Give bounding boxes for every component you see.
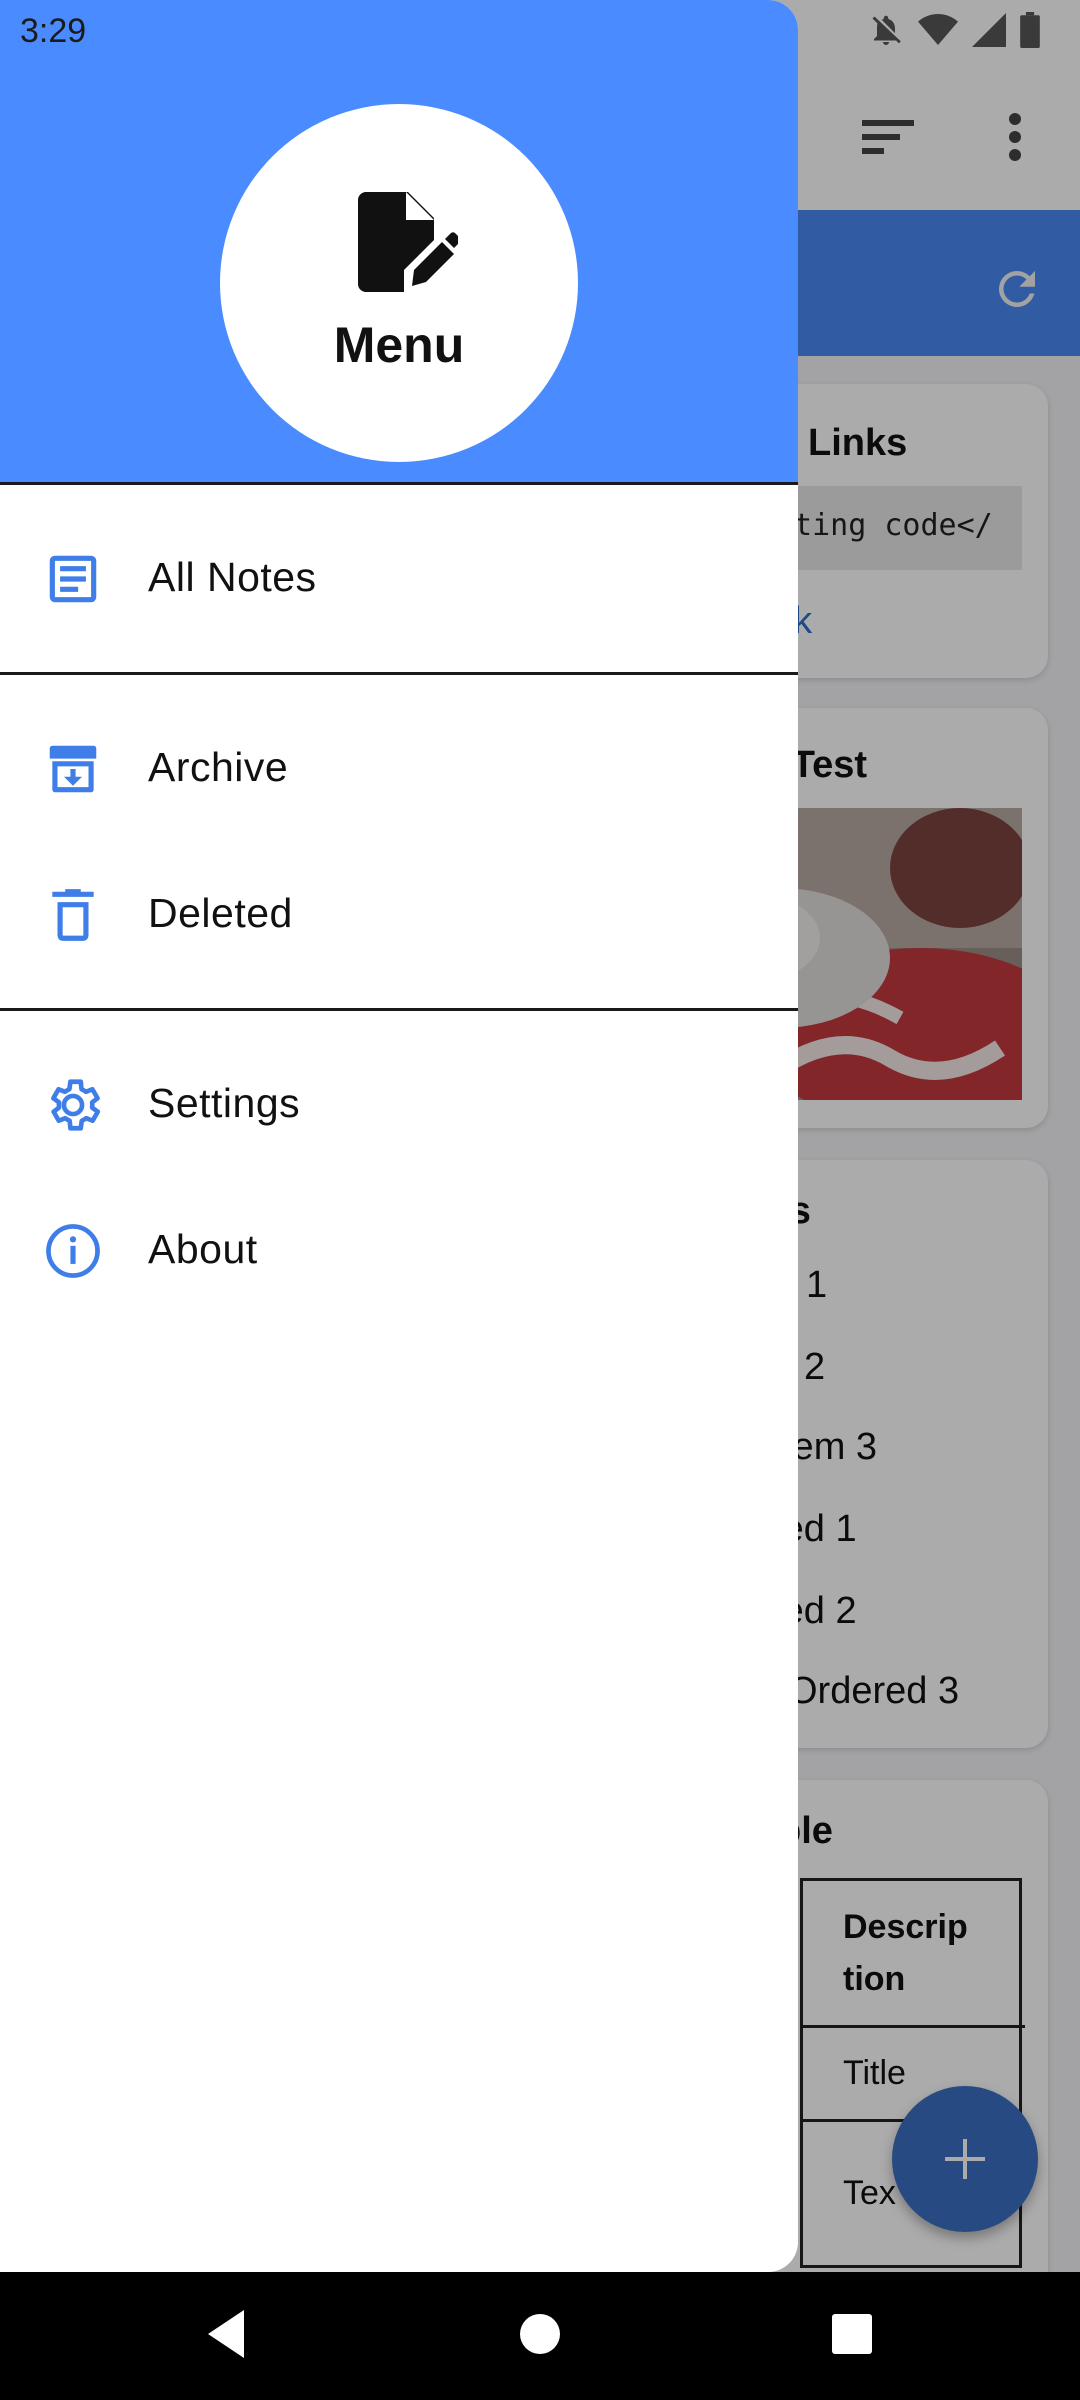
nav-item-archive[interactable]: Archive — [0, 698, 798, 838]
nav-item-label: Settings — [148, 1080, 301, 1126]
header-divider — [0, 482, 798, 485]
recents-icon[interactable] — [830, 2306, 874, 2362]
section-divider — [0, 672, 798, 675]
edit-document-icon — [358, 192, 458, 292]
notifications-off-icon — [872, 15, 901, 45]
wifi-icon — [918, 14, 958, 45]
cell-signal-icon — [972, 13, 1006, 47]
nav-item-label: All Notes — [148, 554, 317, 600]
navigation-drawer: 3:29 Menu All Notes Archive Deleted Sett… — [0, 0, 798, 2272]
trash-icon — [52, 889, 94, 941]
nav-item-all-notes[interactable]: All Notes — [0, 508, 798, 648]
status-icons — [868, 12, 1040, 48]
nav-item-deleted[interactable]: Deleted — [0, 844, 798, 984]
nav-item-about[interactable]: About — [0, 1180, 798, 1320]
info-icon — [46, 1224, 100, 1278]
back-icon[interactable] — [204, 2306, 248, 2362]
nav-item-label: About — [148, 1226, 258, 1272]
status-time: 3:29 — [20, 12, 87, 50]
home-icon[interactable] — [518, 2306, 562, 2362]
nav-item-settings[interactable]: Settings — [0, 1034, 798, 1174]
section-divider — [0, 1008, 798, 1011]
archive-icon — [49, 745, 97, 793]
drawer-title: Menu — [333, 317, 465, 373]
battery-icon — [1020, 12, 1040, 48]
nav-item-label: Deleted — [148, 890, 293, 936]
gear-icon — [51, 1079, 101, 1131]
system-navigation-bar — [0, 2272, 1080, 2400]
drawer-header: 3:29 Menu — [0, 0, 798, 484]
notes-icon — [49, 555, 97, 603]
nav-item-label: Archive — [148, 744, 289, 790]
